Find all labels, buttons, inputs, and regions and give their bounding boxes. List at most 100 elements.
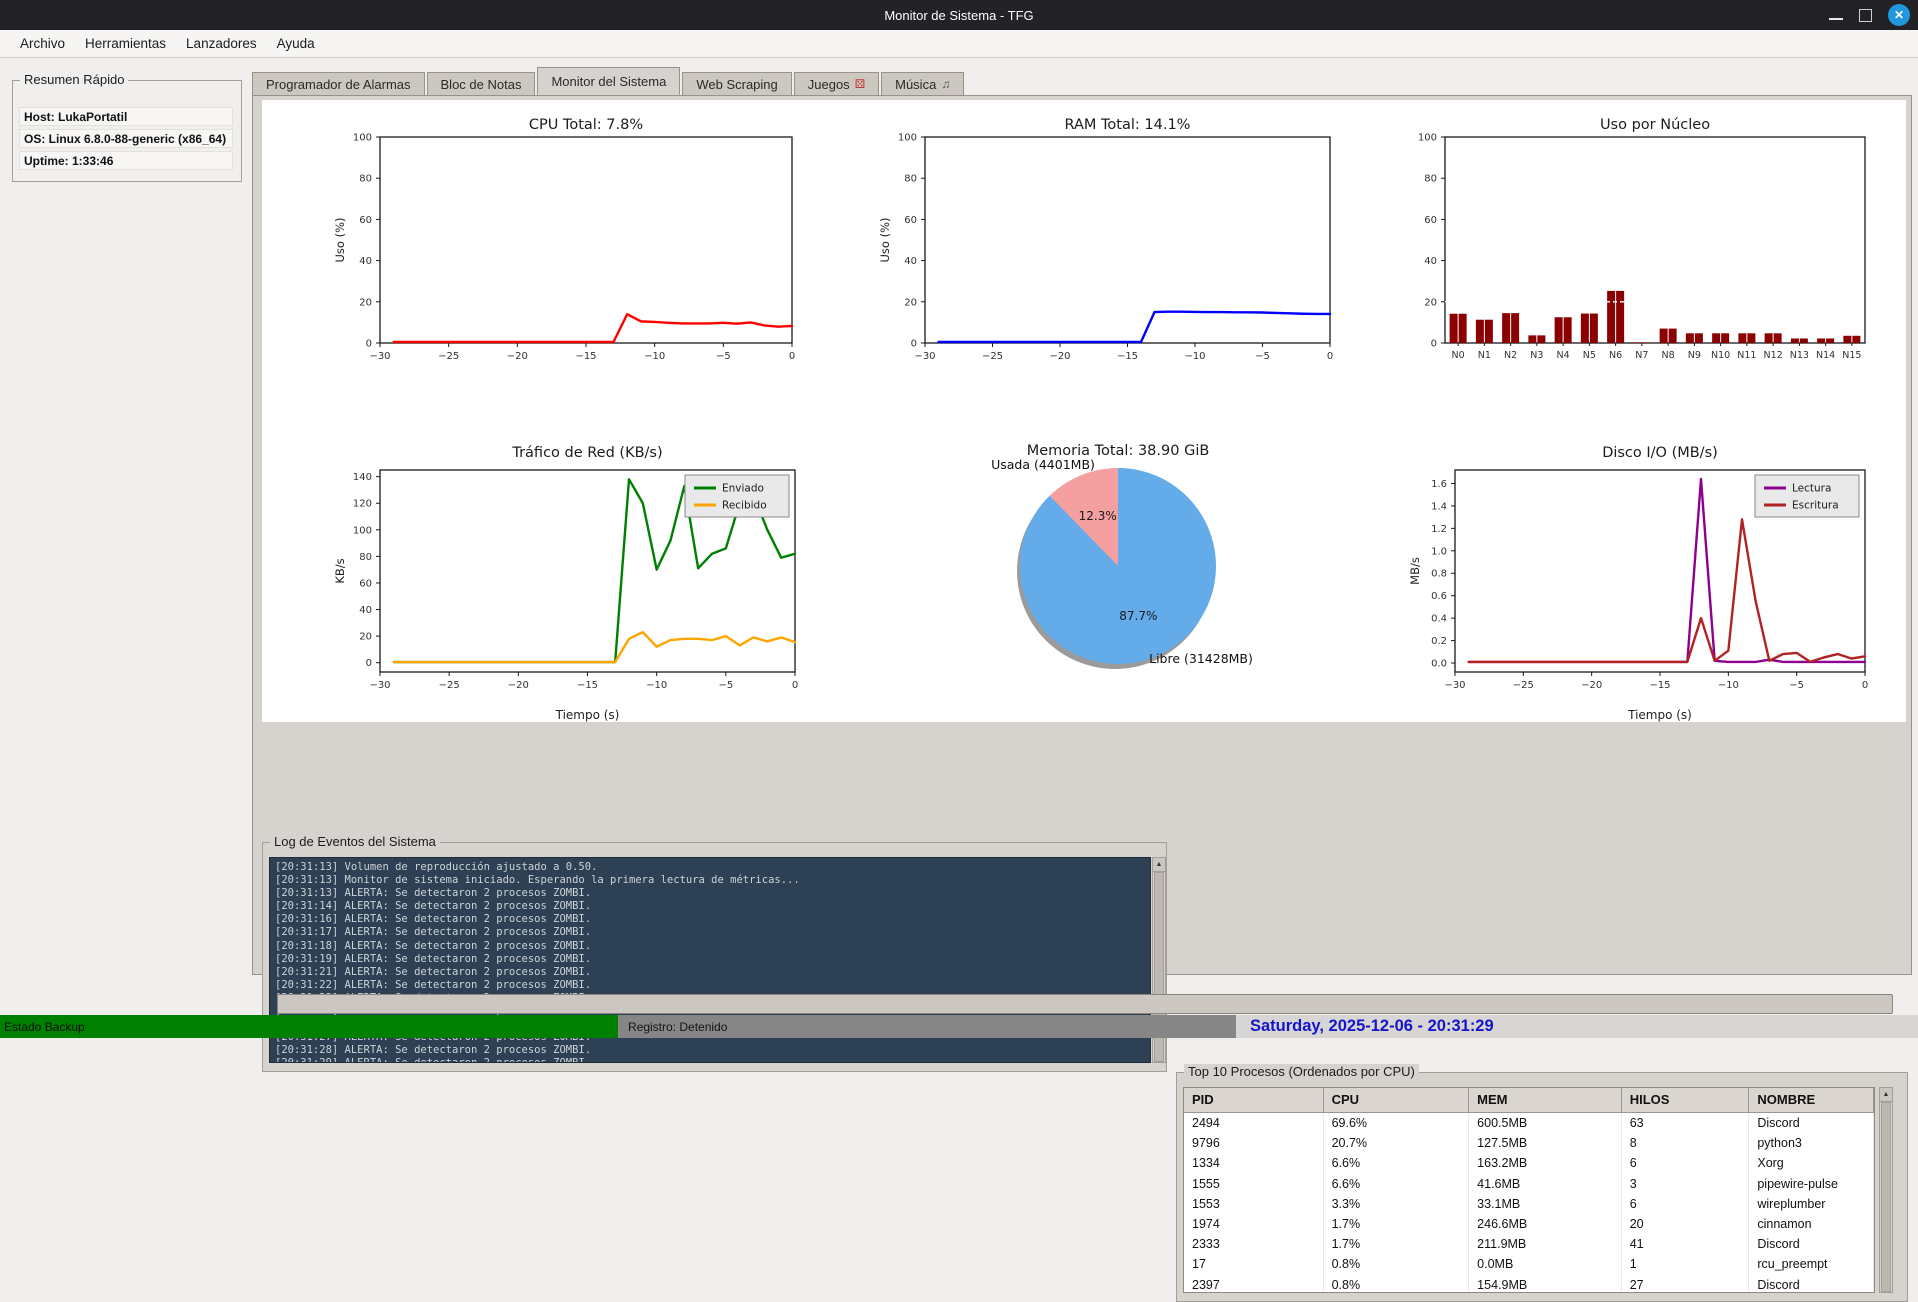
menu-item-archivo[interactable]: Archivo bbox=[10, 33, 75, 54]
log-line: [20:31:21] ALERTA: Se detectaron 2 proce… bbox=[275, 966, 1150, 979]
registro-status: Registro: Detenido bbox=[618, 1015, 1236, 1038]
svg-text:−25: −25 bbox=[982, 351, 1003, 362]
ram-chart: RAM Total: 14.1%020406080100Uso (%)−30−2… bbox=[810, 105, 1358, 390]
process-scrollbar[interactable]: ▲ bbox=[1879, 1087, 1893, 1293]
core-bar bbox=[1669, 329, 1677, 343]
tab-musica[interactable]: Música♫ bbox=[881, 72, 964, 95]
core-bar bbox=[1590, 314, 1598, 343]
core-bar bbox=[1450, 314, 1458, 343]
core-bar bbox=[1564, 317, 1572, 343]
tab-bloc-de-notas[interactable]: Bloc de Notas bbox=[427, 72, 536, 95]
svg-text:87.7%: 87.7% bbox=[1119, 609, 1157, 623]
svg-text:0: 0 bbox=[911, 339, 917, 350]
table-cell-hilos: 63 bbox=[1622, 1113, 1750, 1133]
core-bar bbox=[1476, 320, 1484, 343]
svg-text:−20: −20 bbox=[507, 351, 528, 362]
svg-text:−5: −5 bbox=[1255, 351, 1270, 362]
minimize-button-icon[interactable] bbox=[1829, 18, 1843, 20]
table-row[interactable]: 249469.6%600.5MB63Discord bbox=[1184, 1113, 1874, 1133]
tab-monitor-del-sistema[interactable]: Monitor del Sistema bbox=[537, 67, 680, 95]
svg-text:120: 120 bbox=[353, 499, 372, 510]
svg-text:KB/s: KB/s bbox=[333, 558, 347, 583]
table-cell-pid: 1974 bbox=[1184, 1214, 1324, 1234]
svg-text:N4: N4 bbox=[1557, 350, 1570, 361]
table-cell-mem: 41.6MB bbox=[1469, 1174, 1622, 1194]
svg-text:N12: N12 bbox=[1764, 350, 1783, 361]
svg-text:Disco I/O (MB/s): Disco I/O (MB/s) bbox=[1602, 445, 1718, 461]
tab-juegos[interactable]: Juegos⚄ bbox=[794, 72, 879, 95]
svg-text:12.3%: 12.3% bbox=[1079, 509, 1117, 523]
core-bar bbox=[1607, 291, 1615, 343]
scroll-up-icon[interactable]: ▲ bbox=[1880, 1088, 1892, 1102]
table-row[interactable]: 170.8%0.0MB1rcu_preempt bbox=[1184, 1254, 1874, 1274]
table-row[interactable]: 13346.6%163.2MB6Xorg bbox=[1184, 1153, 1874, 1173]
menu-item-ayuda[interactable]: Ayuda bbox=[267, 33, 325, 54]
svg-text:N2: N2 bbox=[1504, 350, 1517, 361]
log-line: [20:31:13] ALERTA: Se detectaron 2 proce… bbox=[275, 887, 1150, 900]
table-cell-nombre: Discord bbox=[1749, 1275, 1874, 1294]
table-cell-mem: 0.0MB bbox=[1469, 1254, 1622, 1274]
core-bar bbox=[1843, 336, 1851, 343]
scroll-up-icon[interactable]: ▲ bbox=[1153, 858, 1165, 872]
close-button-icon[interactable]: ✕ bbox=[1888, 4, 1910, 26]
svg-text:−20: −20 bbox=[1581, 680, 1602, 691]
chart-svg-cpu: CPU Total: 7.8%020406080100Uso (%)−30−25… bbox=[262, 105, 810, 390]
table-cell-mem: 211.9MB bbox=[1469, 1234, 1622, 1254]
column-header-nombre[interactable]: NOMBRE bbox=[1749, 1088, 1874, 1113]
svg-text:1.2: 1.2 bbox=[1431, 524, 1447, 535]
menu-bar: ArchivoHerramientasLanzadoresAyuda bbox=[0, 30, 1918, 58]
maximize-button-icon[interactable] bbox=[1859, 9, 1872, 22]
table-row[interactable]: 979620.7%127.5MB8python3 bbox=[1184, 1133, 1874, 1153]
core-bar bbox=[1774, 333, 1782, 343]
core-bar bbox=[1660, 329, 1668, 343]
table-row[interactable]: 15533.3%33.1MB6wireplumber bbox=[1184, 1194, 1874, 1214]
svg-text:Uso (%): Uso (%) bbox=[878, 217, 892, 262]
table-cell-cpu: 69.6% bbox=[1324, 1113, 1470, 1133]
svg-text:80: 80 bbox=[1424, 174, 1437, 185]
log-line: [20:31:28] ALERTA: Se detectaron 2 proce… bbox=[275, 1044, 1150, 1057]
tab-label: Bloc de Notas bbox=[441, 77, 522, 92]
svg-text:Enviado: Enviado bbox=[722, 483, 764, 495]
core-bar bbox=[1791, 338, 1799, 343]
svg-text:−15: −15 bbox=[577, 680, 598, 691]
column-header-cpu[interactable]: CPU bbox=[1324, 1088, 1470, 1113]
status-bar: Estado Backup Registro: Detenido Saturda… bbox=[0, 1015, 1918, 1038]
svg-text:−15: −15 bbox=[1117, 351, 1138, 362]
column-header-hilos[interactable]: HILOS bbox=[1622, 1088, 1750, 1113]
menu-item-lanzadores[interactable]: Lanzadores bbox=[176, 33, 267, 54]
tab-programador-de-alarmas[interactable]: Programador de Alarmas bbox=[252, 72, 425, 95]
tab-label: Juegos bbox=[808, 77, 850, 92]
svg-text:−25: −25 bbox=[438, 351, 459, 362]
svg-text:40: 40 bbox=[1424, 256, 1437, 267]
svg-text:80: 80 bbox=[359, 174, 372, 185]
column-header-mem[interactable]: MEM bbox=[1469, 1088, 1622, 1113]
table-row[interactable]: 23331.7%211.9MB41Discord bbox=[1184, 1234, 1874, 1254]
process-scrollbar-thumb[interactable] bbox=[1881, 1102, 1891, 1292]
svg-text:Usada (4401MB): Usada (4401MB) bbox=[991, 457, 1095, 472]
table-row[interactable]: 15556.6%41.6MB3pipewire-pulse bbox=[1184, 1174, 1874, 1194]
table-row[interactable]: 19741.7%246.6MB20cinnamon bbox=[1184, 1214, 1874, 1234]
table-cell-nombre: Discord bbox=[1749, 1113, 1874, 1133]
svg-text:N7: N7 bbox=[1635, 350, 1648, 361]
chart-svg-ram: RAM Total: 14.1%020406080100Uso (%)−30−2… bbox=[810, 105, 1358, 390]
table-row[interactable]: 23970.8%154.9MB27Discord bbox=[1184, 1275, 1874, 1294]
svg-text:0.4: 0.4 bbox=[1431, 614, 1447, 625]
svg-text:−30: −30 bbox=[369, 680, 390, 691]
table-cell-mem: 154.9MB bbox=[1469, 1275, 1622, 1294]
series-escritura bbox=[1469, 519, 1865, 662]
svg-text:0: 0 bbox=[366, 658, 372, 669]
svg-text:MB/s: MB/s bbox=[1408, 557, 1422, 585]
core-bar bbox=[1459, 314, 1467, 343]
tab-web-scraping[interactable]: Web Scraping bbox=[682, 72, 791, 95]
chart-svg-disk: Disco I/O (MB/s)0.00.20.40.60.81.01.21.4… bbox=[1358, 430, 1906, 727]
table-cell-pid: 1553 bbox=[1184, 1194, 1324, 1214]
svg-text:N10: N10 bbox=[1711, 350, 1730, 361]
svg-text:1.4: 1.4 bbox=[1431, 501, 1447, 512]
tab-bar: Programador de Alarmas Bloc de Notas Monit… bbox=[252, 68, 966, 95]
svg-text:Escritura: Escritura bbox=[1792, 500, 1839, 512]
cores-chart: Uso por Núcleo020406080100N0N1N2N3N4N5N6… bbox=[1358, 105, 1906, 390]
menu-item-herramientas[interactable]: Herramientas bbox=[75, 33, 176, 54]
column-header-pid[interactable]: PID bbox=[1184, 1088, 1324, 1113]
svg-text:60: 60 bbox=[359, 215, 372, 226]
table-cell-hilos: 20 bbox=[1622, 1214, 1750, 1234]
